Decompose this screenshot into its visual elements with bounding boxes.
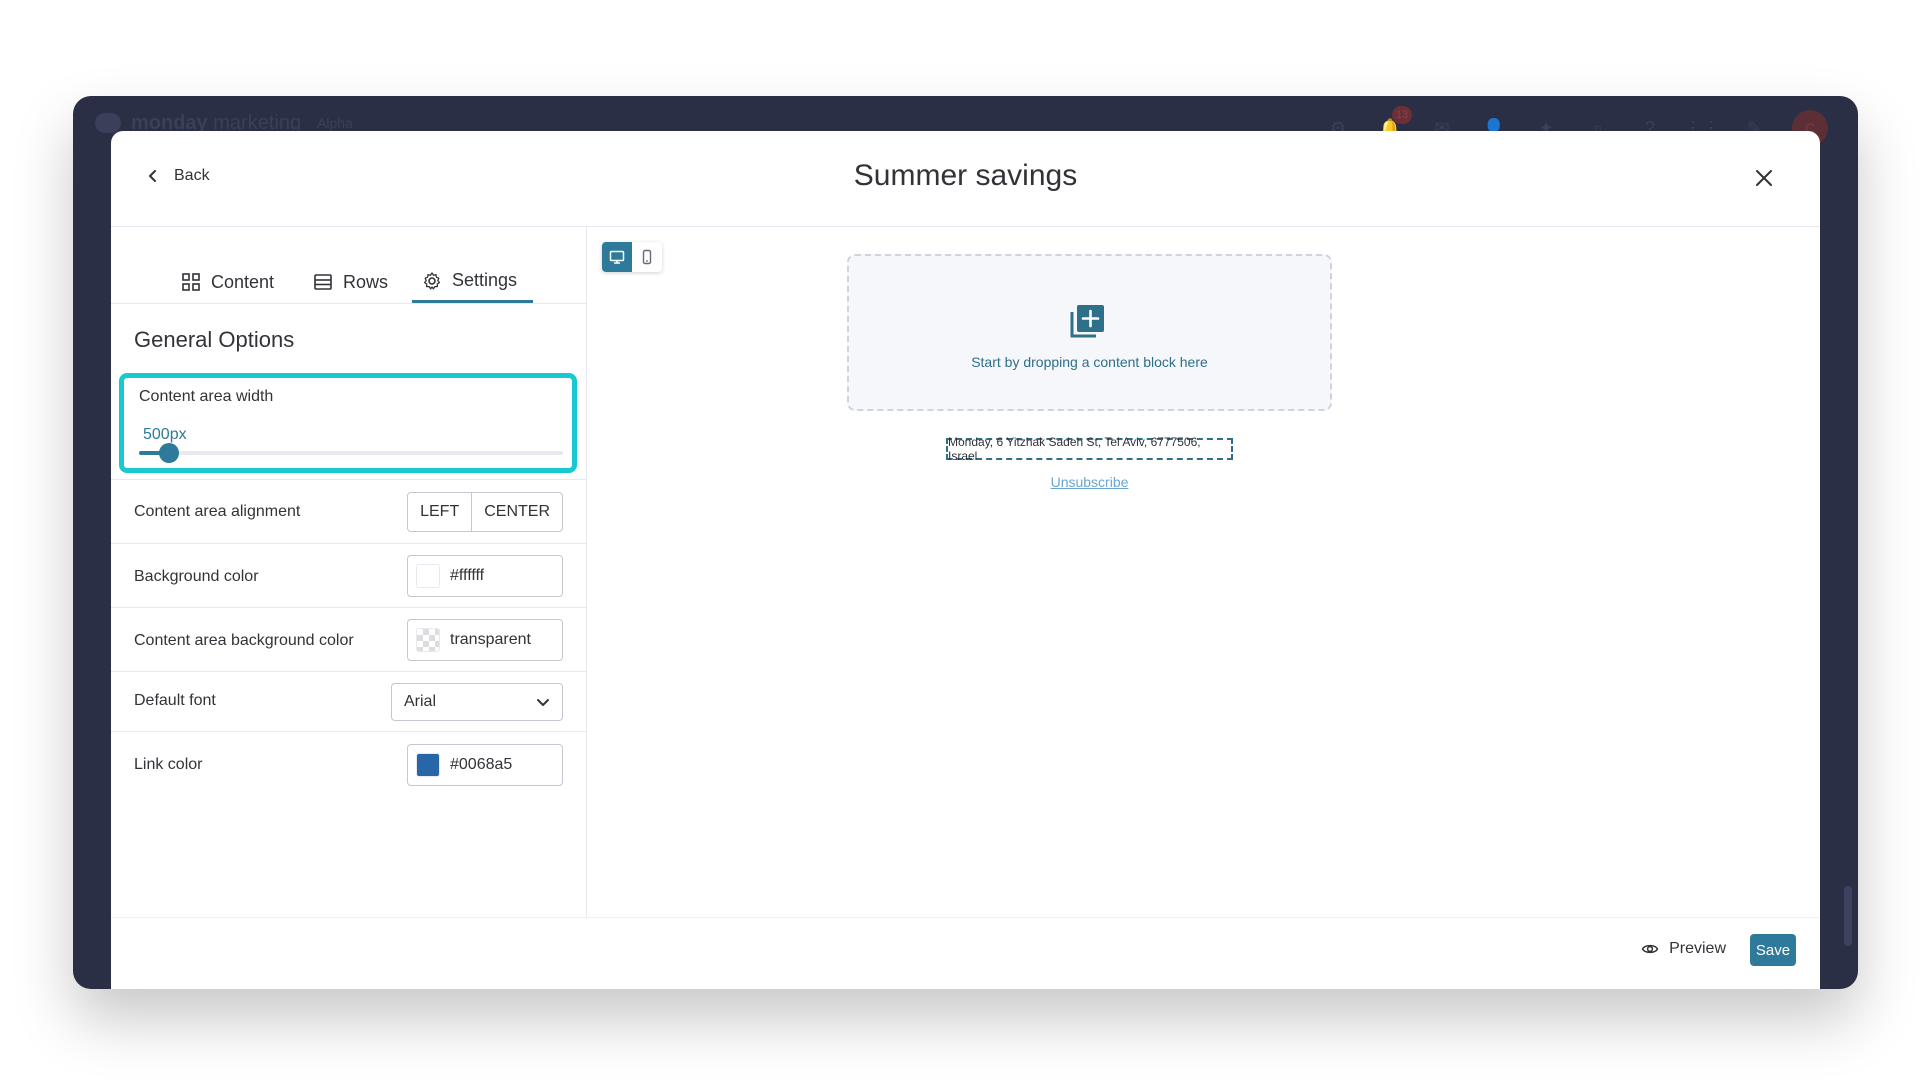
panel-tabs: Content Rows Settings (111, 227, 586, 304)
slider-thumb[interactable] (158, 443, 179, 463)
unsubscribe-link[interactable]: Unsubscribe (588, 474, 1591, 490)
tab-settings[interactable]: Settings (412, 261, 533, 303)
drop-zone-text: Start by dropping a content block here (971, 354, 1208, 370)
alignment-toggle: LEFT CENTER (407, 492, 563, 532)
content-background-value: transparent (450, 631, 531, 648)
monday-logo-icon (95, 113, 121, 133)
email-editor-modal: Back Summer savings Content Rows Setting… (111, 131, 1820, 989)
close-icon[interactable] (1753, 167, 1775, 189)
content-width-slider[interactable] (139, 443, 563, 463)
tab-content-label: Content (211, 271, 275, 292)
rows-icon (314, 274, 332, 290)
preview-label: Preview (1669, 940, 1726, 957)
align-left-button[interactable]: LEFT (408, 493, 471, 531)
save-button[interactable]: Save (1750, 934, 1796, 966)
notification-badge: 13 (1392, 106, 1412, 124)
default-font-select[interactable]: Arial (391, 683, 563, 721)
email-canvas: Start by dropping a content block here M… (588, 227, 1820, 917)
background-color-input[interactable]: #ffffff (407, 555, 563, 597)
page-title: Summer savings (853, 159, 1078, 192)
alignment-label: Content area alignment (134, 503, 301, 520)
link-color-row: Link color #0068a5 (111, 731, 586, 797)
modal-footer: Preview Save (111, 917, 1820, 989)
tab-rows-label: Rows (343, 271, 389, 292)
scrollbar[interactable] (1844, 886, 1852, 946)
link-color-input[interactable]: #0068a5 (407, 744, 563, 786)
alignment-row: Content area alignment LEFT CENTER (111, 479, 586, 543)
mobile-icon (642, 249, 652, 265)
link-color-value: #0068a5 (450, 756, 513, 773)
tab-settings-label: Settings (452, 270, 518, 290)
tab-content[interactable]: Content (171, 261, 284, 303)
link-color-label: Link color (134, 756, 203, 773)
content-width-setting: Content area width 500px (119, 373, 577, 473)
default-font-value: Arial (404, 693, 437, 710)
content-drop-zone[interactable]: Start by dropping a content block here (847, 254, 1332, 411)
stage-label: Alpha (317, 115, 353, 131)
content-width-label: Content area width (139, 388, 274, 405)
background-color-row: Background color #ffffff (111, 543, 586, 607)
section-title: General Options (134, 327, 295, 352)
default-font-label: Default font (134, 692, 216, 709)
content-width-value: 500px (143, 426, 187, 443)
desktop-view-button[interactable] (602, 242, 632, 272)
chevron-down-icon (537, 699, 549, 706)
mobile-view-button[interactable] (632, 242, 662, 272)
grid-icon (182, 273, 200, 291)
background-color-swatch (416, 564, 440, 588)
content-background-row: Content area background color transparen… (111, 607, 586, 671)
tab-rows[interactable]: Rows (303, 261, 398, 303)
align-center-button[interactable]: CENTER (471, 493, 562, 531)
add-block-icon (1070, 305, 1104, 338)
content-background-label: Content area background color (134, 632, 354, 649)
background-color-label: Background color (134, 568, 259, 585)
preview-button[interactable]: Preview (1641, 940, 1726, 958)
modal-header: Back Summer savings (111, 131, 1820, 227)
gear-icon (423, 271, 441, 289)
background-color-value: #ffffff (450, 567, 485, 584)
desktop-icon (609, 250, 625, 264)
content-background-input[interactable]: transparent (407, 619, 563, 661)
footer-address[interactable]: Monday, 6 Yitzhak Sadeh St, Tel Aviv, 67… (946, 435, 1233, 463)
eye-icon (1641, 944, 1659, 954)
link-color-swatch (416, 753, 440, 777)
settings-panel: Content Rows Settings General Options Co… (111, 227, 587, 917)
device-toggle (602, 242, 662, 272)
transparent-swatch (416, 628, 440, 652)
default-font-row: Default font Arial (111, 671, 586, 731)
